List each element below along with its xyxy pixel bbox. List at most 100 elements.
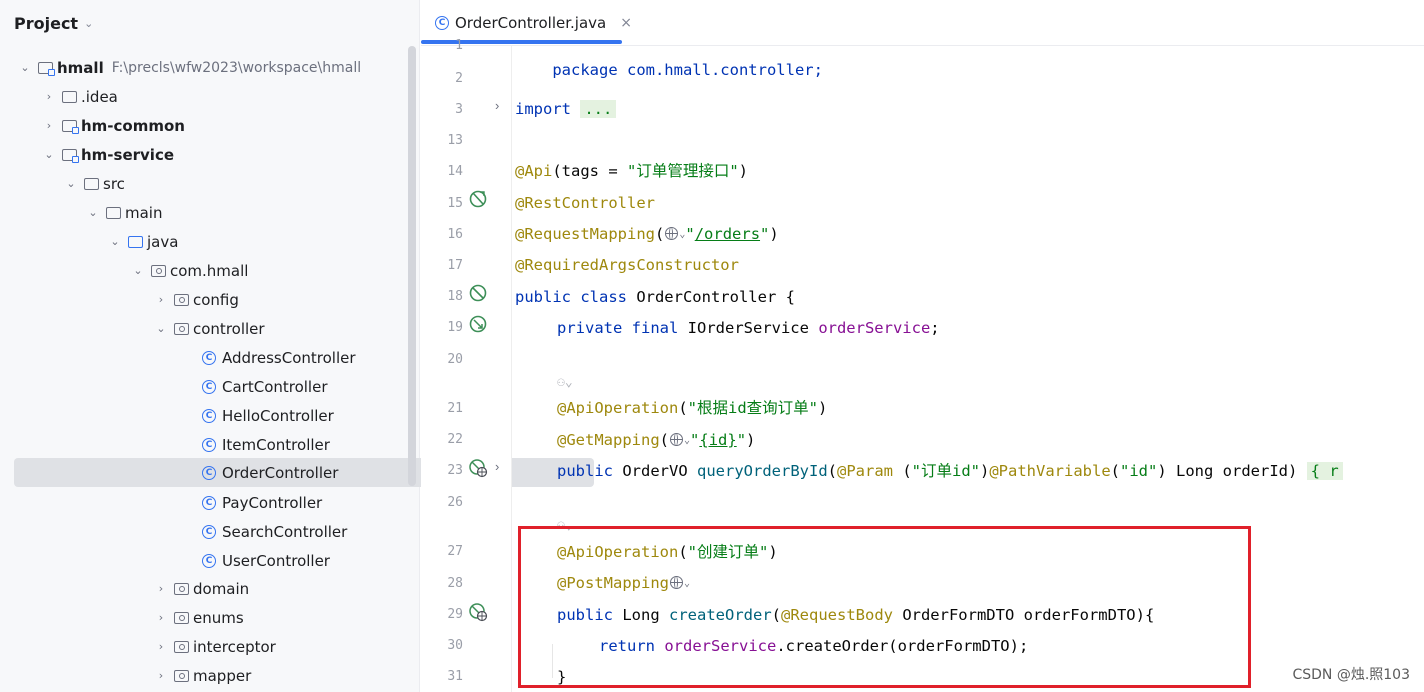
import-keyword: import [515, 100, 571, 118]
line-number: 13 [447, 133, 463, 148]
folded-imports[interactable]: ... [580, 100, 617, 118]
code-text: (tags = [552, 162, 627, 180]
web-endpoint-icon[interactable] [468, 602, 488, 622]
keyword: public [557, 462, 613, 480]
code-line-28: @PostMapping ⌄ [557, 571, 690, 595]
class-icon: C [202, 408, 216, 423]
globe-icon[interactable] [670, 433, 683, 446]
project-view-dropdown[interactable]: Project ⌄ [14, 11, 93, 35]
string-literal: "订单管理接口" [626, 162, 739, 180]
tree-item-src[interactable]: ⌄ src [0, 169, 470, 198]
chevron-right-icon[interactable]: › [42, 119, 56, 132]
package-icon [174, 611, 189, 624]
url-link[interactable]: /orders [695, 225, 760, 243]
keyword: return [599, 637, 655, 655]
class-icon: C [202, 553, 216, 568]
keyword: public [557, 606, 613, 624]
tree-item-label: controller [193, 319, 265, 338]
chevron-down-icon[interactable]: ⌄ [108, 235, 122, 248]
string-literal: " [736, 431, 747, 449]
code-text: OrderFormDTO orderFormDTO){ [892, 606, 1155, 624]
line-number: 18 [447, 289, 463, 304]
folder-icon [106, 206, 121, 219]
code-line-22: @GetMapping(⌄"{id}") [557, 428, 755, 452]
globe-icon[interactable] [665, 227, 679, 240]
tab-order-controller[interactable]: C OrderController.java × [435, 8, 632, 38]
code-text: ) [738, 162, 748, 180]
module-folder-icon [38, 61, 55, 76]
chevron-right-icon[interactable]: › [42, 90, 56, 103]
tree-item-hm-service[interactable]: ⌄ hm-service [0, 140, 448, 169]
line-number: 16 [447, 227, 463, 242]
code-line-27: @ApiOperation("创建订单") [557, 540, 778, 564]
tree-item-label: SearchController [222, 522, 348, 541]
code-editor[interactable]: package com.hmall.controller; import ...… [511, 46, 1424, 692]
annotation: @PostMapping [557, 574, 669, 592]
chevron-right-icon[interactable]: › [154, 582, 168, 595]
tree-item-label: com.hmall [170, 261, 249, 280]
line-number: 22 [447, 432, 463, 447]
string-literal: "id" [1120, 462, 1158, 480]
code-text: OrderVO [613, 462, 697, 480]
spring-bean-icon[interactable] [468, 189, 488, 209]
project-panel: Project ⌄ ⌄ hmall F:\precls\wfw2023\work… [0, 0, 594, 692]
tree-item-main[interactable]: ⌄ main [0, 198, 492, 227]
line-number: 1 [455, 38, 463, 53]
code-line-31: } [557, 665, 566, 689]
chevron-down-icon[interactable]: ⌄ [64, 177, 78, 190]
tab-label: OrderController.java [455, 14, 607, 32]
chevron-down-icon[interactable]: ⌄ [154, 322, 168, 335]
chevron-right-icon[interactable]: › [495, 98, 499, 113]
chevron-down-icon[interactable]: ⌄ [86, 206, 100, 219]
folded-method-body[interactable]: { r [1306, 462, 1343, 480]
tree-item-label: hm-service [81, 145, 175, 164]
globe-icon[interactable] [669, 576, 683, 589]
line-number: 20 [447, 352, 463, 367]
string-literal: " [760, 225, 770, 243]
tree-item-hmall[interactable]: ⌄ hmall F:\precls\wfw2023\workspace\hmal… [0, 53, 424, 82]
ai-assistant-icon[interactable]: ⚇⌄ [557, 518, 573, 533]
code-line-3: import ... [515, 97, 617, 121]
tree-item-hm-common[interactable]: › hm-common [0, 111, 448, 140]
chevron-right-icon[interactable]: › [154, 640, 168, 653]
ai-inlay-hint[interactable]: ⚇⌄ [557, 369, 573, 393]
ai-assistant-icon[interactable]: ⚇⌄ [557, 375, 573, 390]
chevron-right-icon[interactable]: › [154, 669, 168, 682]
annotation: @RequestMapping [515, 225, 655, 243]
code-line-16: @RequestMapping(⌄"/orders") [515, 222, 779, 246]
spring-bean-icon[interactable] [468, 283, 488, 303]
code-line-30: return orderService.createOrder(orderFor… [599, 634, 1028, 658]
project-scrollbar[interactable] [408, 46, 416, 486]
class-icon: C [202, 379, 216, 394]
editor-tab-bar: C OrderController.java × [421, 0, 1424, 46]
indent-guide [552, 644, 553, 678]
tree-item-idea[interactable]: › .idea [0, 82, 448, 111]
code-text: ) [746, 431, 756, 449]
chevron-down-icon[interactable]: ⌄ [684, 578, 690, 589]
annotation: @RequestBody [781, 606, 893, 624]
code-line-18: public class OrderController { [515, 285, 795, 309]
code-text: ) [768, 543, 778, 561]
code-line-23: public OrderVO queryOrderById(@Param ("订… [557, 459, 1343, 483]
ai-inlay-hint[interactable]: ⚇⌄ [557, 512, 573, 536]
web-endpoint-icon[interactable] [468, 458, 488, 478]
code-text: Long [613, 606, 669, 624]
line-number: 30 [447, 638, 463, 653]
chevron-right-icon[interactable]: › [154, 293, 168, 306]
chevron-down-icon[interactable]: ⌄ [18, 61, 32, 74]
url-link[interactable]: {id} [699, 431, 736, 449]
editor-gutter: 1 2 3 › 13 14 15 16 17 18 19 20 21 22 23… [421, 38, 511, 692]
chevron-right-icon[interactable]: › [495, 459, 499, 474]
line-number: 17 [447, 258, 463, 273]
code-text: } [557, 668, 567, 686]
chevron-right-icon[interactable]: › [154, 611, 168, 624]
chevron-down-icon[interactable]: ⌄ [42, 148, 56, 161]
chevron-down-icon[interactable]: ⌄ [131, 264, 145, 277]
code-text: OrderController { [626, 288, 795, 306]
spring-autowire-icon[interactable] [468, 314, 488, 334]
close-icon[interactable]: × [620, 15, 632, 31]
source-folder-icon [128, 235, 143, 248]
package-icon [174, 640, 189, 653]
code-text: ( [893, 462, 912, 480]
